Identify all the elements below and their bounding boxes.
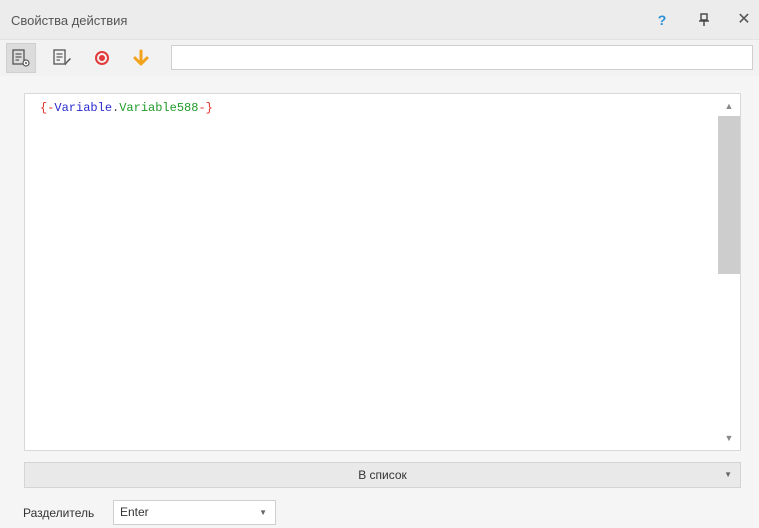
pin-button[interactable] <box>694 10 714 30</box>
list-edit-button[interactable] <box>47 43 77 73</box>
list-settings-icon <box>12 49 30 67</box>
insert-down-button[interactable] <box>126 43 156 73</box>
separator-select[interactable]: Enter ▼ <box>113 500 276 525</box>
code-variable-name: Variable588 <box>119 101 199 115</box>
vertical-scrollbar[interactable]: ▲ ▼ <box>718 94 740 450</box>
pin-icon <box>699 13 709 26</box>
scroll-down-icon[interactable]: ▼ <box>718 428 740 448</box>
action-mode-value: В список <box>358 468 407 482</box>
down-arrow-icon <box>133 49 149 66</box>
scroll-thumb[interactable] <box>718 116 740 274</box>
toolbar-search-input[interactable] <box>171 45 753 70</box>
window-title: Свойства действия <box>11 13 128 28</box>
scroll-up-icon[interactable]: ▲ <box>718 96 740 116</box>
list-settings-button[interactable] <box>6 43 36 73</box>
record-icon <box>95 51 109 65</box>
code-variable-keyword: Variable <box>54 101 113 115</box>
help-button[interactable]: ? <box>652 10 672 30</box>
separator-label: Разделитель <box>23 506 95 520</box>
separator-value: Enter <box>120 505 149 519</box>
action-mode-select[interactable]: В список ▼ <box>24 462 741 488</box>
record-button[interactable] <box>87 43 117 73</box>
editor-text: {-Variable.Variable588-} <box>40 101 213 115</box>
chevron-down-icon: ▼ <box>724 470 732 479</box>
title-bar: Свойства действия ? ✕ <box>0 0 759 40</box>
code-close-brace: -} <box>198 101 213 115</box>
close-button[interactable]: ✕ <box>734 10 754 30</box>
list-edit-icon <box>53 49 71 66</box>
text-editor[interactable]: {-Variable.Variable588-} ▲ ▼ <box>24 93 741 451</box>
code-open-brace: {- <box>40 101 55 115</box>
chevron-down-icon: ▼ <box>259 508 267 517</box>
